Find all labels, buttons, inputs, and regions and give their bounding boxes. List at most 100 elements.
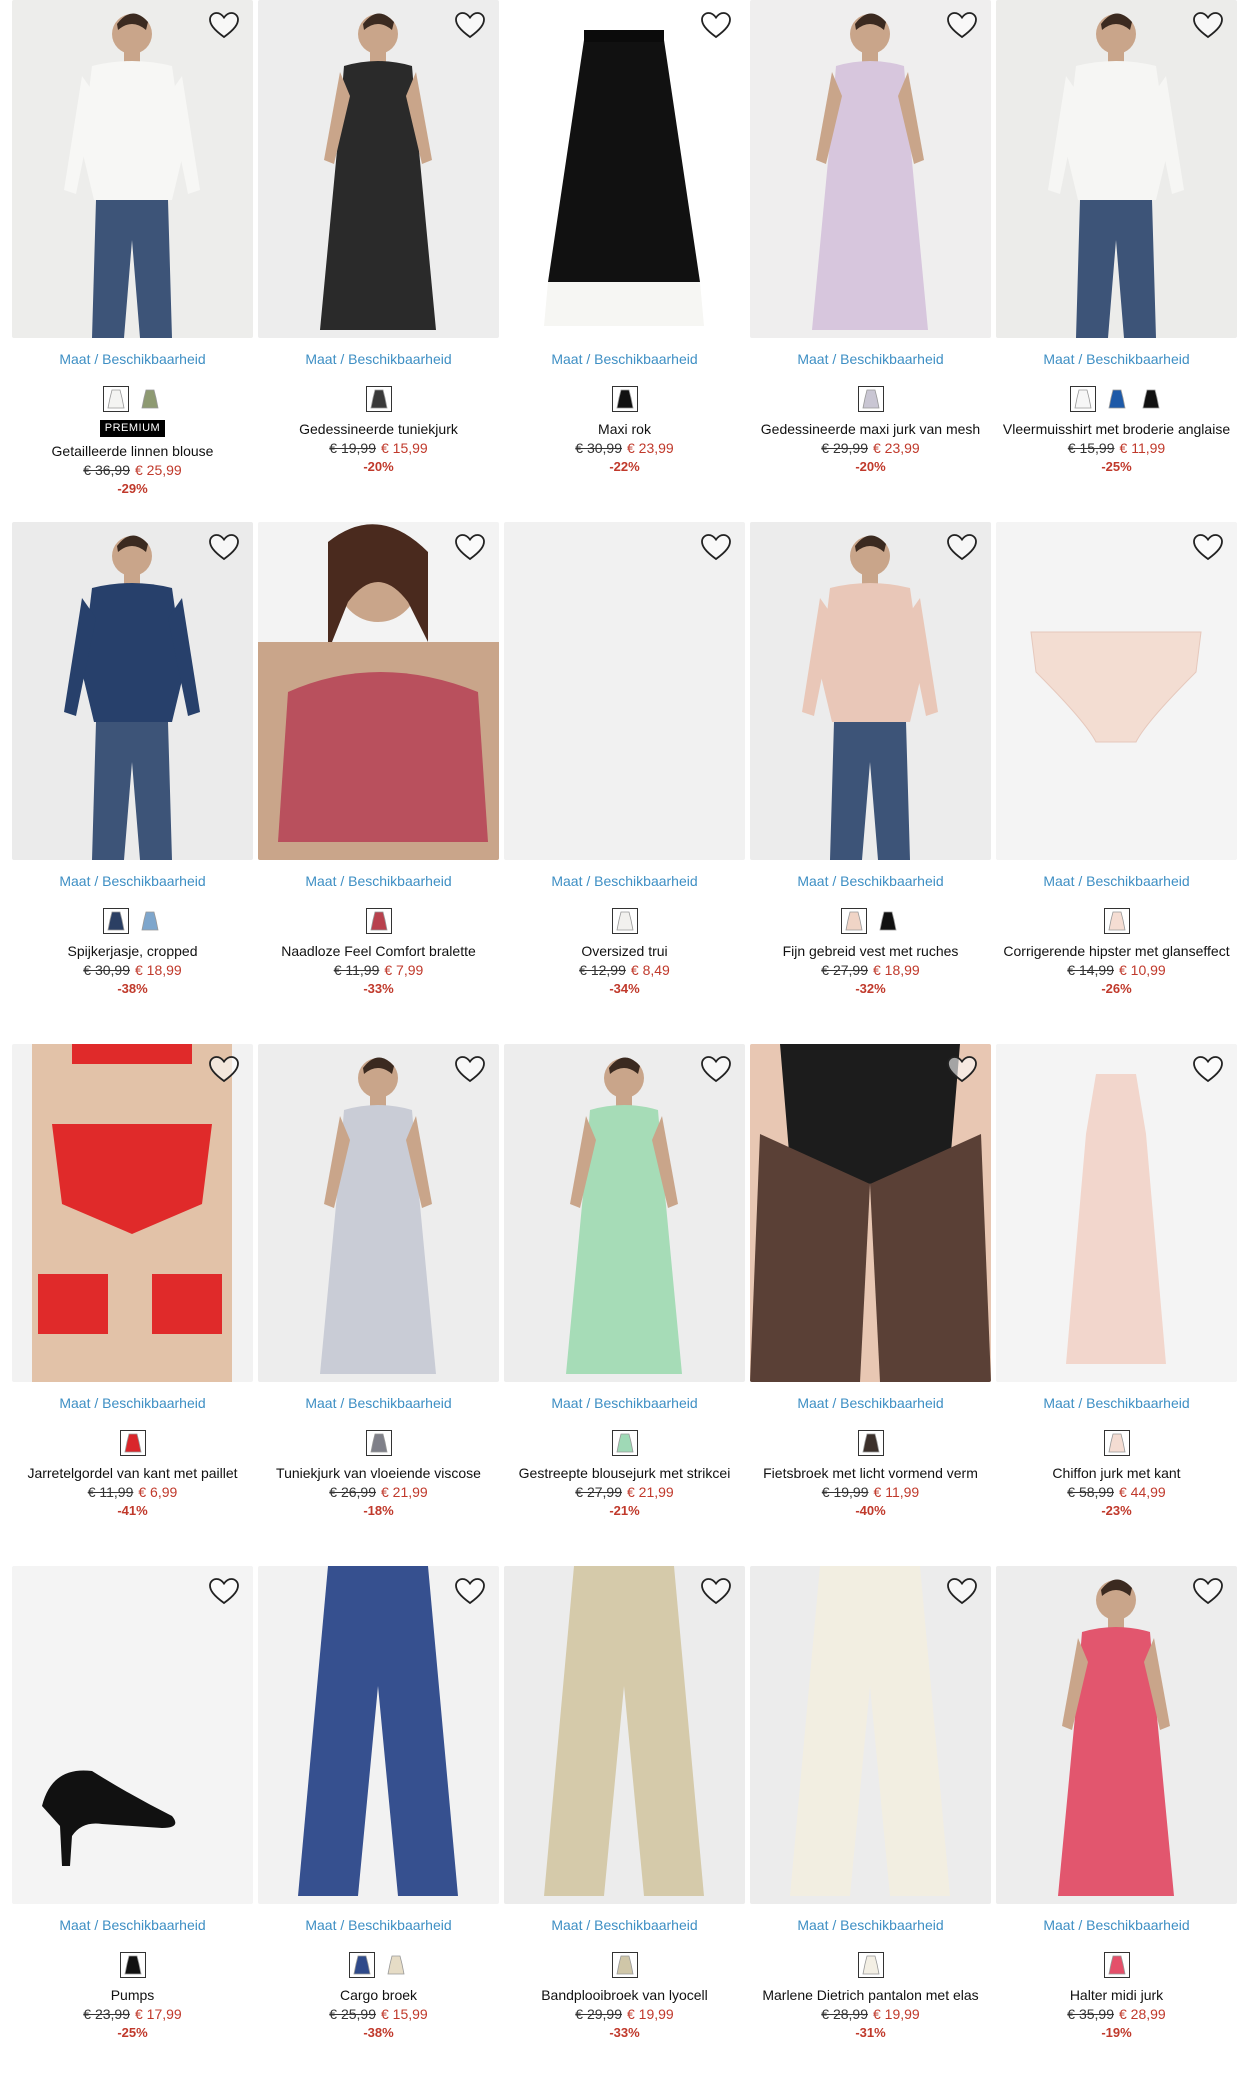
color-swatch[interactable]: [611, 908, 638, 934]
product-image[interactable]: [750, 1566, 991, 1904]
color-swatch[interactable]: [1103, 1430, 1130, 1456]
product-card[interactable]: Maat / Beschikbaarheid Cargo broek € 25,…: [258, 1566, 499, 2088]
product-name[interactable]: Vleermuisshirt met broderie anglaise: [996, 420, 1237, 438]
size-availability-link[interactable]: Maat / Beschikbaarheid: [504, 1394, 745, 1412]
size-availability-link[interactable]: Maat / Beschikbaarheid: [504, 872, 745, 890]
size-availability-link[interactable]: Maat / Beschikbaarheid: [12, 1394, 253, 1412]
color-swatch[interactable]: [102, 908, 129, 934]
product-card[interactable]: Maat / Beschikbaarheid Halter midi jurk …: [996, 1566, 1237, 2088]
color-swatch[interactable]: [383, 1952, 409, 1978]
product-image[interactable]: [996, 0, 1237, 338]
wishlist-heart-icon[interactable]: [207, 532, 241, 562]
color-swatch[interactable]: [137, 386, 163, 412]
product-image[interactable]: [504, 1566, 745, 1904]
product-card[interactable]: Maat / Beschikbaarheid Gedessineerde max…: [750, 0, 991, 522]
product-name[interactable]: Fijn gebreid vest met ruches: [750, 942, 991, 960]
product-card[interactable]: Maat / Beschikbaarheid Naadloze Feel Com…: [258, 522, 499, 1044]
wishlist-heart-icon[interactable]: [699, 10, 733, 40]
wishlist-heart-icon[interactable]: [699, 1054, 733, 1084]
color-swatch[interactable]: [348, 1952, 375, 1978]
color-swatch[interactable]: [119, 1430, 146, 1456]
product-card[interactable]: Maat / Beschikbaarheid Marlene Dietrich …: [750, 1566, 991, 2088]
product-card[interactable]: Maat / Beschikbaarheid Fijn gebreid vest…: [750, 522, 991, 1044]
color-swatch[interactable]: [1104, 386, 1130, 412]
wishlist-heart-icon[interactable]: [945, 10, 979, 40]
wishlist-heart-icon[interactable]: [699, 532, 733, 562]
product-name[interactable]: Oversized trui: [504, 942, 745, 960]
color-swatch[interactable]: [365, 1430, 392, 1456]
wishlist-heart-icon[interactable]: [699, 1576, 733, 1606]
color-swatch[interactable]: [857, 386, 884, 412]
product-name[interactable]: Pumps: [12, 1986, 253, 2004]
product-image[interactable]: [258, 1566, 499, 1904]
product-name[interactable]: Tuniekjurk van vloeiende viscose: [258, 1464, 499, 1482]
color-swatch[interactable]: [1103, 908, 1130, 934]
product-card[interactable]: Maat / Beschikbaarheid Tuniekjurk van vl…: [258, 1044, 499, 1566]
product-card[interactable]: Maat / Beschikbaarheid Pumps € 23,99 € 17…: [12, 1566, 253, 2088]
wishlist-heart-icon[interactable]: [207, 1576, 241, 1606]
product-card[interactable]: Maat / Beschikbaarheid PREMIUM Getaillee…: [12, 0, 253, 522]
size-availability-link[interactable]: Maat / Beschikbaarheid: [750, 1394, 991, 1412]
size-availability-link[interactable]: Maat / Beschikbaarheid: [996, 350, 1237, 368]
color-swatch[interactable]: [102, 386, 129, 412]
wishlist-heart-icon[interactable]: [1191, 1054, 1225, 1084]
size-availability-link[interactable]: Maat / Beschikbaarheid: [258, 1916, 499, 1934]
size-availability-link[interactable]: Maat / Beschikbaarheid: [12, 872, 253, 890]
color-swatch[interactable]: [875, 908, 901, 934]
size-availability-link[interactable]: Maat / Beschikbaarheid: [504, 350, 745, 368]
product-image[interactable]: [750, 522, 991, 860]
wishlist-heart-icon[interactable]: [207, 10, 241, 40]
product-name[interactable]: Gedessineerde maxi jurk van mesh: [750, 420, 991, 438]
product-name[interactable]: Corrigerende hipster met glanseffect: [996, 942, 1237, 960]
color-swatch[interactable]: [611, 1430, 638, 1456]
product-image[interactable]: [12, 522, 253, 860]
wishlist-heart-icon[interactable]: [945, 532, 979, 562]
product-image[interactable]: [996, 1566, 1237, 1904]
product-image[interactable]: [996, 1044, 1237, 1382]
product-card[interactable]: Maat / Beschikbaarheid Corrigerende hips…: [996, 522, 1237, 1044]
size-availability-link[interactable]: Maat / Beschikbaarheid: [12, 350, 253, 368]
product-image[interactable]: [12, 0, 253, 338]
size-availability-link[interactable]: Maat / Beschikbaarheid: [996, 1394, 1237, 1412]
wishlist-heart-icon[interactable]: [453, 1054, 487, 1084]
product-name[interactable]: Spijkerjasje, cropped: [12, 942, 253, 960]
color-swatch[interactable]: [365, 908, 392, 934]
product-image[interactable]: [12, 1566, 253, 1904]
product-card[interactable]: Maat / Beschikbaarheid Spijkerjasje, cro…: [12, 522, 253, 1044]
product-card[interactable]: Maat / Beschikbaarheid Bandplooibroek va…: [504, 1566, 745, 2088]
product-image[interactable]: [504, 522, 745, 860]
size-availability-link[interactable]: Maat / Beschikbaarheid: [258, 872, 499, 890]
size-availability-link[interactable]: Maat / Beschikbaarheid: [504, 1916, 745, 1934]
product-name[interactable]: Chiffon jurk met kant: [996, 1464, 1237, 1482]
product-name[interactable]: Jarretelgordel van kant met paillet: [12, 1464, 253, 1482]
size-availability-link[interactable]: Maat / Beschikbaarheid: [750, 872, 991, 890]
product-image[interactable]: [750, 1044, 991, 1382]
product-card[interactable]: Maat / Beschikbaarheid Gestreepte blouse…: [504, 1044, 745, 1566]
color-swatch[interactable]: [611, 1952, 638, 1978]
product-card[interactable]: Maat / Beschikbaarheid Maxi rok € 30,99 €…: [504, 0, 745, 522]
product-image[interactable]: [504, 1044, 745, 1382]
color-swatch[interactable]: [857, 1430, 884, 1456]
product-name[interactable]: Naadloze Feel Comfort bralette: [258, 942, 499, 960]
product-image[interactable]: [258, 522, 499, 860]
wishlist-heart-icon[interactable]: [1191, 532, 1225, 562]
wishlist-heart-icon[interactable]: [453, 532, 487, 562]
color-swatch[interactable]: [137, 908, 163, 934]
product-name[interactable]: Halter midi jurk: [996, 1986, 1237, 2004]
product-image[interactable]: [12, 1044, 253, 1382]
wishlist-heart-icon[interactable]: [453, 1576, 487, 1606]
color-swatch[interactable]: [840, 908, 867, 934]
product-name[interactable]: Fietsbroek met licht vormend verm: [750, 1464, 991, 1482]
size-availability-link[interactable]: Maat / Beschikbaarheid: [996, 872, 1237, 890]
product-card[interactable]: Maat / Beschikbaarheid Fietsbroek met li…: [750, 1044, 991, 1566]
color-swatch[interactable]: [857, 1952, 884, 1978]
size-availability-link[interactable]: Maat / Beschikbaarheid: [750, 350, 991, 368]
product-image[interactable]: [504, 0, 745, 338]
wishlist-heart-icon[interactable]: [1191, 1576, 1225, 1606]
size-availability-link[interactable]: Maat / Beschikbaarheid: [996, 1916, 1237, 1934]
product-card[interactable]: Maat / Beschikbaarheid Chiffon jurk met …: [996, 1044, 1237, 1566]
size-availability-link[interactable]: Maat / Beschikbaarheid: [750, 1916, 991, 1934]
product-image[interactable]: [996, 522, 1237, 860]
product-image[interactable]: [750, 0, 991, 338]
product-card[interactable]: Maat / Beschikbaarheid Jarretelgordel va…: [12, 1044, 253, 1566]
